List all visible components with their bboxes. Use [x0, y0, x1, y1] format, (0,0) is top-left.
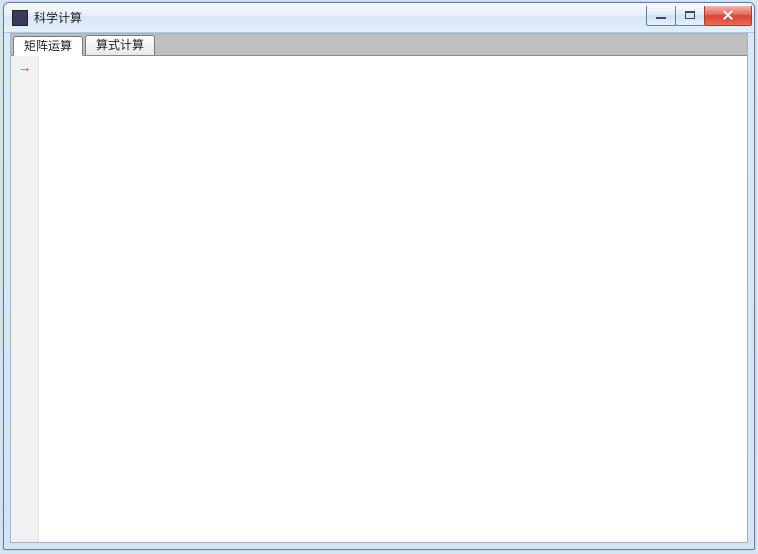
maximize-icon: [685, 11, 695, 19]
minimize-button[interactable]: [646, 6, 676, 26]
tab-label: 算式计算: [96, 38, 144, 52]
tab-content: →: [11, 56, 747, 542]
tabstrip: 矩阵运算 算式计算: [11, 34, 747, 56]
editor-area[interactable]: [39, 56, 747, 542]
tab-label: 矩阵运算: [24, 39, 72, 53]
tab-matrix[interactable]: 矩阵运算: [13, 36, 83, 56]
tab-formula[interactable]: 算式计算: [85, 35, 155, 55]
window-title: 科学计算: [34, 9, 647, 26]
prompt-arrow-icon: →: [18, 60, 32, 542]
titlebar[interactable]: 科学计算: [4, 3, 754, 33]
app-icon: [12, 10, 28, 26]
close-button[interactable]: [704, 6, 752, 26]
close-icon: [722, 9, 734, 21]
app-window: 科学计算 矩阵运算 算式计算 →: [3, 2, 755, 550]
client-area: 矩阵运算 算式计算 →: [10, 33, 748, 543]
gutter: →: [11, 56, 39, 542]
window-controls: [647, 6, 752, 26]
minimize-icon: [656, 17, 666, 19]
maximize-button[interactable]: [675, 6, 705, 26]
